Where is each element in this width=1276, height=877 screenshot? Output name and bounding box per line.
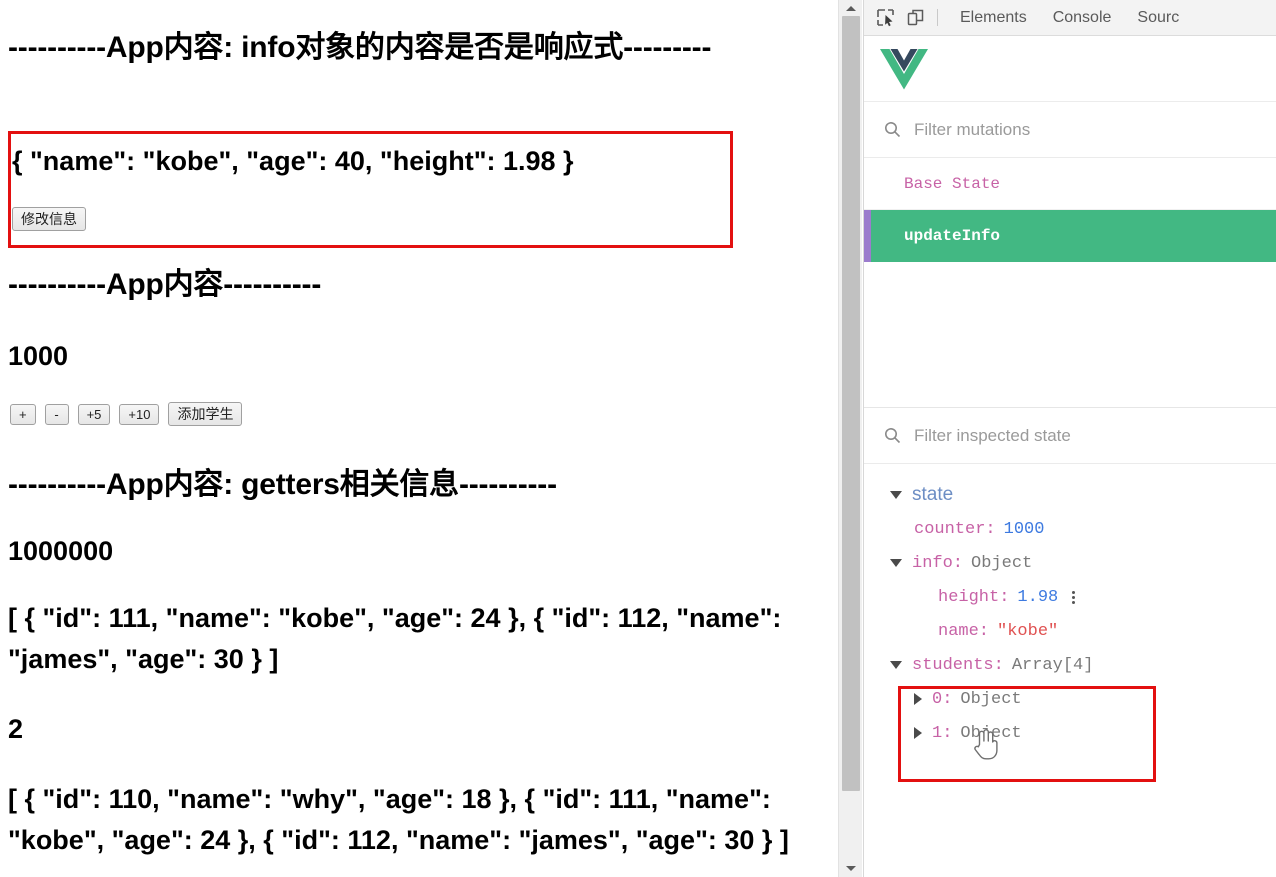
mutation-row-update-info[interactable]: updateInfo: [864, 210, 1276, 262]
tree-node-counter: counter: 1000: [890, 512, 1276, 546]
add-five-button[interactable]: +5: [77, 403, 111, 425]
getter-count: 2: [8, 714, 24, 744]
chevron-right-icon[interactable]: [914, 693, 922, 705]
mutations-empty-area: [864, 262, 1276, 407]
tab-console[interactable]: Console: [1040, 0, 1125, 36]
chevron-down-icon[interactable]: [890, 559, 902, 567]
tree-key-student-0: 0:: [932, 689, 953, 709]
device-toolbar-icon[interactable]: [900, 4, 930, 32]
tree-value-student-1-type: Object: [960, 723, 1022, 743]
vue-devtools-header: [864, 36, 1276, 102]
tree-node-name: name: "kobe": [890, 614, 1276, 648]
filter-inspected-state-input[interactable]: Filter inspected state: [914, 426, 1071, 446]
tree-key-name: name:: [938, 621, 990, 641]
tree-key-counter: counter:: [914, 519, 996, 539]
heading-app-content: ----------App内容----------: [8, 268, 322, 301]
tree-value-height: 1.98: [1017, 587, 1059, 607]
scroll-down-arrow-icon[interactable]: [839, 860, 863, 877]
chevron-down-icon[interactable]: [890, 661, 902, 669]
counter-value: 1000: [8, 341, 69, 371]
page-vertical-scrollbar[interactable]: [838, 0, 862, 877]
tree-node-students[interactable]: students: Array[4]: [890, 648, 1276, 682]
tree-node-info[interactable]: info: Object: [890, 546, 1276, 580]
tree-node-state[interactable]: state: [890, 478, 1276, 512]
getter-big-number: 1000000: [8, 536, 114, 566]
tree-key-student-1: 1:: [932, 723, 953, 743]
tree-node-student-0[interactable]: 0: Object: [890, 682, 1276, 716]
getter-list-older-students: [ { "id": 111, "name": "kobe", "age": 24…: [8, 603, 782, 675]
devtools-panel: Elements Console Sourc Filter mutations …: [863, 0, 1276, 877]
search-icon: [884, 121, 901, 138]
tree-value-name: "kobe": [997, 621, 1059, 641]
more-options-icon[interactable]: [1072, 590, 1076, 604]
tree-value-students-type: Array[4]: [1011, 655, 1094, 675]
tree-node-student-1[interactable]: 1: Object: [890, 716, 1276, 750]
heading-getters: ----------App内容: getters相关信息----------: [8, 468, 557, 501]
tab-sources[interactable]: Sourc: [1124, 0, 1192, 36]
tree-value-info-type: Object: [971, 553, 1033, 573]
filter-mutations-input[interactable]: Filter mutations: [914, 120, 1030, 140]
filter-mutations-row[interactable]: Filter mutations: [864, 102, 1276, 158]
add-ten-button[interactable]: +10: [119, 403, 160, 425]
chevron-down-icon[interactable]: [890, 491, 902, 499]
mutation-row-base-state[interactable]: Base State: [864, 158, 1276, 210]
search-icon: [884, 427, 901, 444]
tree-value-student-0-type: Object: [960, 689, 1022, 709]
inspect-element-icon[interactable]: [870, 4, 900, 32]
tree-key-students: students:: [912, 655, 1004, 675]
decrement-button[interactable]: -: [44, 403, 69, 425]
tree-value-counter: 1000: [1003, 519, 1045, 539]
scroll-up-arrow-icon[interactable]: [839, 0, 863, 17]
getter-list-all-students: [ { "id": 110, "name": "why", "age": 18 …: [8, 784, 789, 856]
increment-button[interactable]: +: [10, 403, 36, 425]
devtools-toolbar: Elements Console Sourc: [864, 0, 1276, 36]
browser-page-viewport: ----------App内容: info对象的内容是否是响应式--------…: [0, 0, 838, 877]
heading-info-reactive: ----------App内容: info对象的内容是否是响应式--------…: [8, 31, 712, 64]
chevron-right-icon[interactable]: [914, 727, 922, 739]
vue-logo: [880, 48, 928, 95]
modify-info-button[interactable]: 修改信息: [12, 207, 86, 231]
filter-inspected-state-row[interactable]: Filter inspected state: [864, 408, 1276, 464]
scrollbar-thumb[interactable]: [842, 16, 860, 791]
tree-key-info: info:: [912, 553, 964, 573]
tree-label-state: state: [912, 484, 954, 505]
tab-elements[interactable]: Elements: [947, 0, 1040, 36]
action-button-row: + - +5 +10 添加学生: [10, 402, 243, 426]
tree-key-height: height:: [938, 587, 1010, 607]
info-object-output: { "name": "kobe", "age": 40, "height": 1…: [12, 146, 574, 176]
tree-node-height: height: 1.98: [890, 580, 1276, 614]
toolbar-divider: [937, 9, 938, 26]
add-student-button[interactable]: 添加学生: [168, 402, 243, 426]
screenshot-root: ----------App内容: info对象的内容是否是响应式--------…: [0, 0, 1276, 877]
inspected-state-tree: state counter: 1000 info: Object height:…: [864, 464, 1276, 750]
